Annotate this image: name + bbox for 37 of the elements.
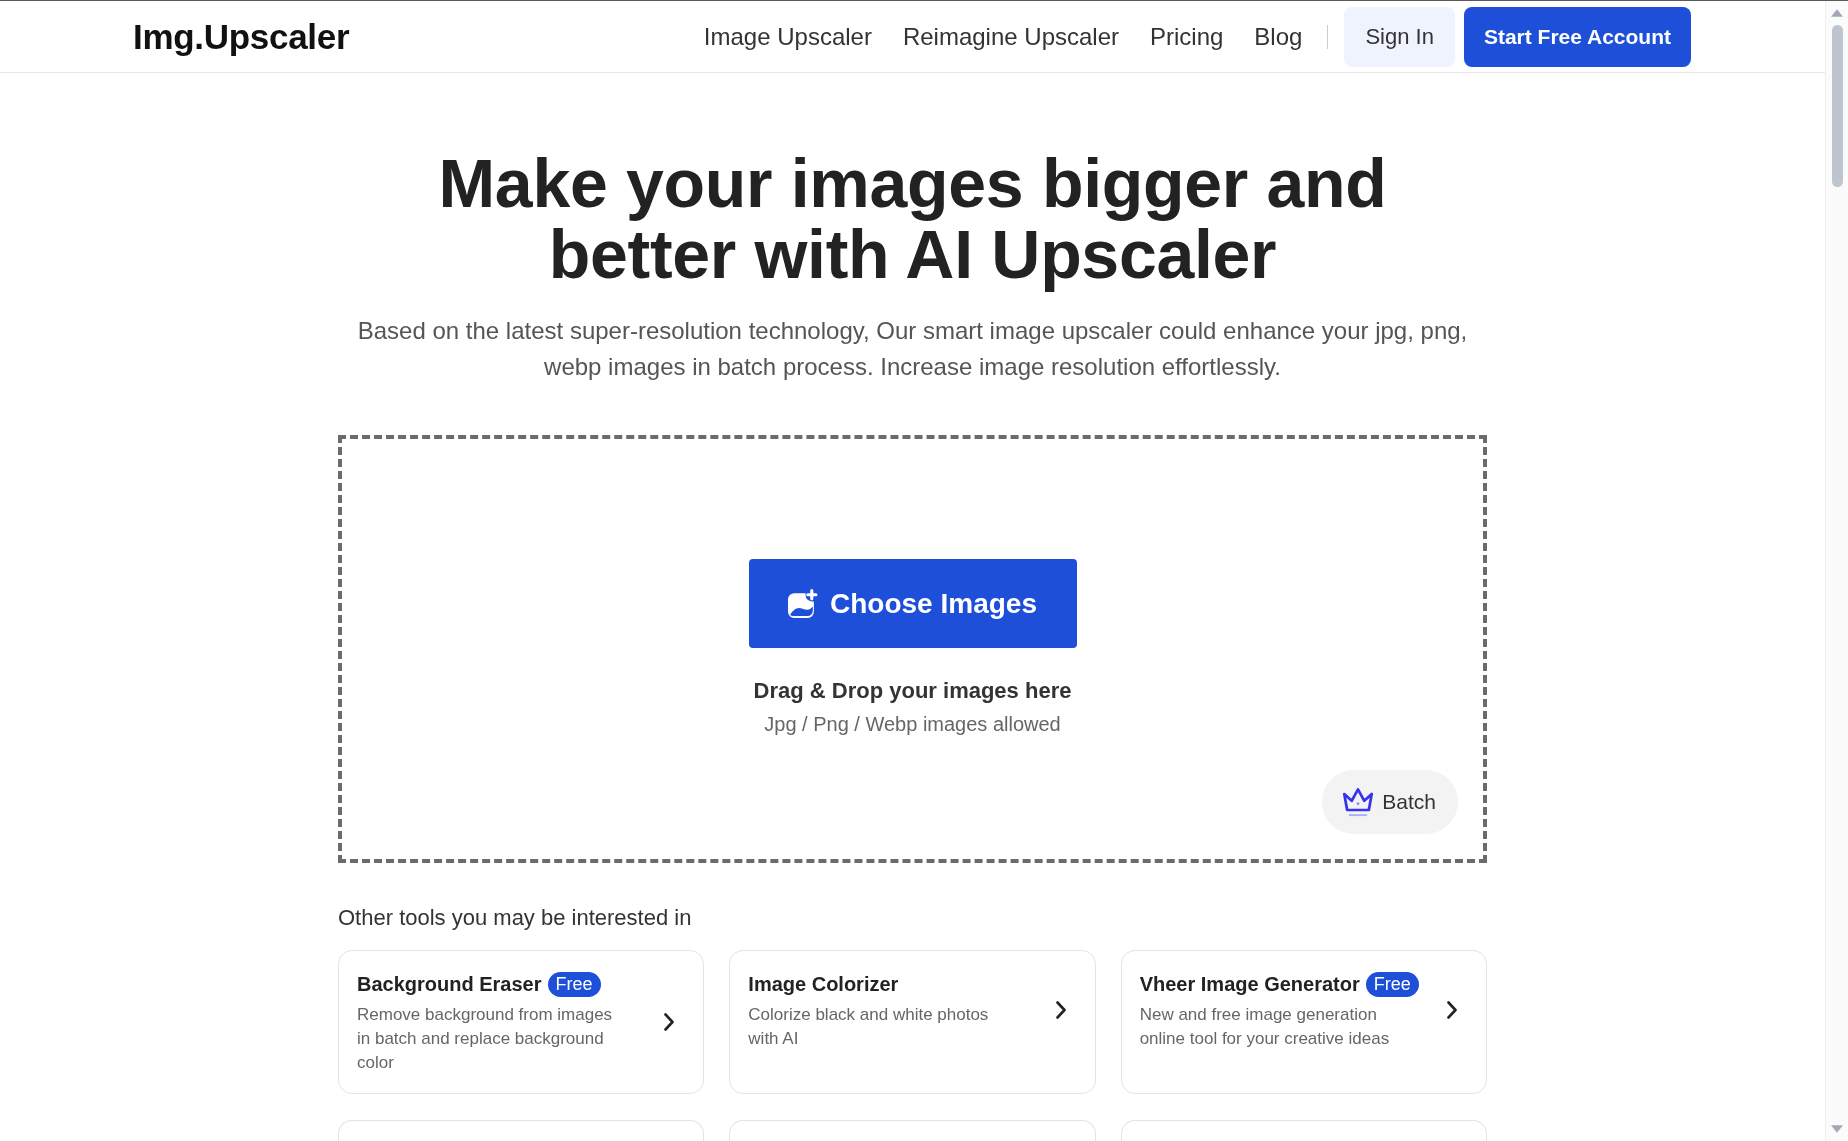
tool-title: Vheer Image Generator: [1139, 972, 1360, 996]
crown-icon: [1342, 787, 1375, 817]
sign-in-button[interactable]: Sign In: [1344, 6, 1455, 67]
free-badge: Free: [1365, 971, 1419, 997]
page-subtitle: Based on the latest super-resolution technology, Our smart image upscaler could enhance your jpg, png, webp images in batch process. Increase image resolution effortlessly.: [356, 316, 1469, 382]
chevron-right-icon: [1446, 1000, 1458, 1020]
free-badge: Free: [547, 971, 601, 997]
chevron-right-icon: [1054, 1000, 1067, 1020]
start-free-account-button[interactable]: Start Free Account: [1463, 6, 1691, 67]
nav-link[interactable]: Reimagine Upscaler: [902, 22, 1119, 51]
image-plus-icon: [788, 588, 818, 619]
nav-link[interactable]: Image Upscaler: [703, 22, 872, 51]
logo[interactable]: Img.Upscaler: [133, 16, 350, 57]
format-note: Jpg / Png / Webp images allowed: [764, 712, 1061, 737]
chevron-right-icon: [663, 1012, 676, 1032]
tool-card[interactable]: Image Colorizer Colorize black and white photos with AI: [729, 950, 1096, 1094]
nav-link[interactable]: Blog: [1254, 22, 1303, 51]
page-heading: Make your images bigger and better with AI Upscaler: [437, 148, 1388, 290]
tool-card[interactable]: [729, 1120, 1096, 1141]
choose-images-button[interactable]: Choose Images: [748, 559, 1077, 648]
tool-card[interactable]: Vheer Image Generator Free New and free image generation online tool for your creative ideas: [1120, 950, 1487, 1094]
tool-description: Colorize black and white photos with AI: [748, 1004, 990, 1050]
upload-drop-zone[interactable]: Choose Images Drag & Drop your images here Jpg / Png / Webp images allowed Batch: [338, 435, 1487, 863]
nav-link[interactable]: Pricing: [1150, 22, 1224, 51]
tool-description: New and free image generation online tool for your creative ideas: [1139, 1004, 1391, 1050]
tool-title: Image Colorizer: [748, 972, 899, 996]
tool-description: Remove background from images in batch and replace background color: [357, 1004, 614, 1074]
scroll-up-arrow-icon[interactable]: [1831, 9, 1843, 17]
batch-button[interactable]: Batch: [1322, 770, 1458, 834]
drop-hint: Drag & Drop your images here: [753, 677, 1072, 705]
tool-title: Background Eraser: [357, 972, 542, 996]
scroll-down-arrow-icon[interactable]: [1831, 1125, 1843, 1133]
tool-card[interactable]: [338, 1120, 705, 1141]
section-heading: Other tools you may be interested in: [338, 904, 693, 932]
tool-card[interactable]: Background Eraser Free Remove background from images in batch and replace background color: [338, 950, 705, 1094]
tool-card[interactable]: [1120, 1120, 1487, 1141]
scrollbar-thumb[interactable]: [1831, 25, 1843, 187]
